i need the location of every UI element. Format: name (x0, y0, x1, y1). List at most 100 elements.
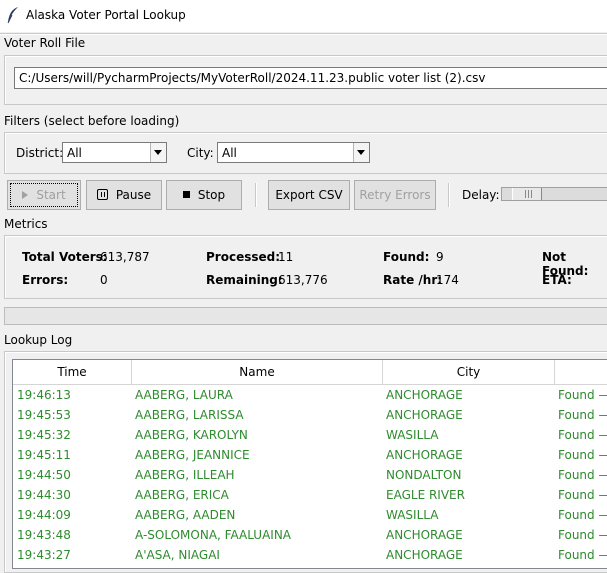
cell-status: Found — (558, 508, 607, 522)
chevron-down-icon[interactable] (150, 143, 166, 162)
cell-name: AABERG, LARISSA (135, 408, 244, 422)
progress-bar (4, 307, 607, 325)
table-row[interactable]: 19:43:27 A'ASA, NIAGAI ANCHORAGE Found — (13, 545, 607, 565)
toolbar-separator (448, 183, 450, 207)
cell-time: 19:45:32 (17, 428, 71, 442)
cell-status: Found — (558, 408, 607, 422)
delay-slider-handle[interactable] (512, 188, 542, 200)
cell-time: 19:44:09 (17, 508, 71, 522)
cell-status: Found — (558, 468, 607, 482)
cell-city: ANCHORAGE (386, 448, 463, 462)
cell-name: AABERG, ILLEAH (135, 468, 235, 482)
delay-label: Delay: (462, 188, 500, 202)
export-csv-label: Export CSV (275, 188, 343, 202)
errors-value: 0 (100, 273, 108, 287)
cell-name: AABERG, AADEN (135, 508, 236, 522)
column-header-city[interactable]: City (383, 360, 555, 385)
table-row[interactable]: 19:44:30 AABERG, ERICA EAGLE RIVER Found — (13, 485, 607, 505)
filters-label: Filters (select before loading) (4, 114, 180, 128)
table-row[interactable]: 19:45:32 AABERG, KAROLYN WASILLA Found — (13, 425, 607, 445)
retry-errors-label: Retry Errors (359, 188, 431, 202)
chevron-down-icon[interactable] (353, 143, 369, 162)
cell-city: ANCHORAGE (386, 408, 463, 422)
cell-city: ANCHORAGE (386, 388, 463, 402)
pause-icon (96, 189, 108, 200)
cell-time: 19:44:30 (17, 488, 71, 502)
stop-icon (182, 191, 190, 198)
total-voters-label: Total Voters: (22, 250, 108, 264)
export-csv-button[interactable]: Export CSV (268, 180, 350, 210)
cell-name: A-SOLOMONA, FAALUAINA (135, 528, 292, 542)
cell-status: Found — (558, 448, 607, 462)
start-button-label: Start (36, 188, 66, 202)
city-select-value: All (222, 146, 237, 160)
feather-icon (7, 7, 18, 24)
cell-status: Found — (558, 488, 607, 502)
cell-time: 19:46:13 (17, 388, 71, 402)
rate-label: Rate /hr: (383, 273, 443, 287)
play-icon (22, 190, 29, 199)
pause-button[interactable]: Pause (86, 180, 162, 210)
found-value: 9 (436, 250, 444, 264)
column-header-time[interactable]: Time (13, 360, 132, 385)
cell-time: 19:45:53 (17, 408, 71, 422)
table-header: Time Name City (13, 360, 607, 385)
cell-name: A'ASA, NIAGAI (135, 548, 220, 562)
cell-time: 19:44:50 (17, 468, 71, 482)
city-select[interactable]: All (217, 142, 370, 163)
table-row[interactable]: 19:46:13 AABERG, LAURA ANCHORAGE Found — (13, 385, 607, 405)
city-label: City: (187, 146, 214, 160)
cell-name: AABERG, LAURA (135, 388, 233, 402)
cell-time: 19:43:27 (17, 548, 71, 562)
voter-roll-path-text: C:/Users/will/PycharmProjects/MyVoterRol… (19, 71, 486, 85)
table-row[interactable]: 19:45:53 AABERG, LARISSA ANCHORAGE Found — (13, 405, 607, 425)
total-voters-value: 613,787 (100, 250, 150, 264)
metrics-frame (4, 235, 607, 299)
stop-button-label: Stop (197, 188, 226, 202)
column-header-status[interactable] (555, 360, 607, 385)
found-label: Found: (383, 250, 430, 264)
pause-button-label: Pause (115, 188, 152, 202)
cell-name: AABERG, JEANNICE (135, 448, 250, 462)
table-row[interactable]: 19:44:09 AABERG, AADEN WASILLA Found — (13, 505, 607, 525)
retry-errors-button[interactable]: Retry Errors (354, 180, 436, 210)
lookup-log-table[interactable]: Time Name City 19:46:13 AABERG, LAURA ANCH… (12, 359, 607, 569)
cell-city: NONDALTON (386, 468, 462, 482)
table-row[interactable]: 19:43:48 A-SOLOMONA, FAALUAINA ANCHORAGE Fo… (13, 525, 607, 545)
title-bar: Alaska Voter Portal Lookup (0, 0, 607, 32)
cell-status: Found — (558, 388, 607, 402)
remaining-value: 613,776 (278, 273, 328, 287)
start-button[interactable]: Start (7, 180, 81, 210)
lookup-log-label: Lookup Log (4, 333, 73, 347)
cell-time: 19:43:48 (17, 528, 71, 542)
cell-city: ANCHORAGE (386, 548, 463, 562)
district-select-value: All (67, 146, 82, 160)
cell-city: EAGLE RIVER (386, 488, 465, 502)
metrics-label: Metrics (4, 217, 48, 231)
remaining-label: Remaining: (206, 273, 283, 287)
cell-name: AABERG, ERICA (135, 488, 229, 502)
cell-city: WASILLA (386, 428, 439, 442)
district-select[interactable]: All (62, 142, 167, 163)
voter-roll-divider (0, 33, 607, 35)
table-row[interactable]: 19:45:11 AABERG, JEANNICE ANCHORAGE Found — (13, 445, 607, 465)
stop-button[interactable]: Stop (166, 180, 242, 210)
table-row[interactable]: 19:44:50 AABERG, ILLEAH NONDALTON Found — (13, 465, 607, 485)
column-header-name[interactable]: Name (132, 360, 383, 385)
eta-label: ETA: (542, 273, 572, 287)
window-title: Alaska Voter Portal Lookup (26, 8, 186, 22)
district-label: District: (16, 146, 64, 160)
cell-city: ANCHORAGE (386, 528, 463, 542)
cell-status: Found — (558, 528, 607, 542)
voter-roll-path-input[interactable]: C:/Users/will/PycharmProjects/MyVoterRol… (14, 67, 607, 89)
errors-label: Errors: (22, 273, 69, 287)
voter-roll-label: Voter Roll File (4, 36, 86, 50)
cell-status: Found — (558, 428, 607, 442)
processed-label: Processed: (206, 250, 281, 264)
cell-status: Found — (558, 548, 607, 562)
rate-value: 174 (436, 273, 459, 287)
cell-name: AABERG, KAROLYN (135, 428, 248, 442)
toolbar-separator (255, 183, 257, 207)
cell-time: 19:45:11 (17, 448, 71, 462)
cell-city: WASILLA (386, 508, 439, 522)
